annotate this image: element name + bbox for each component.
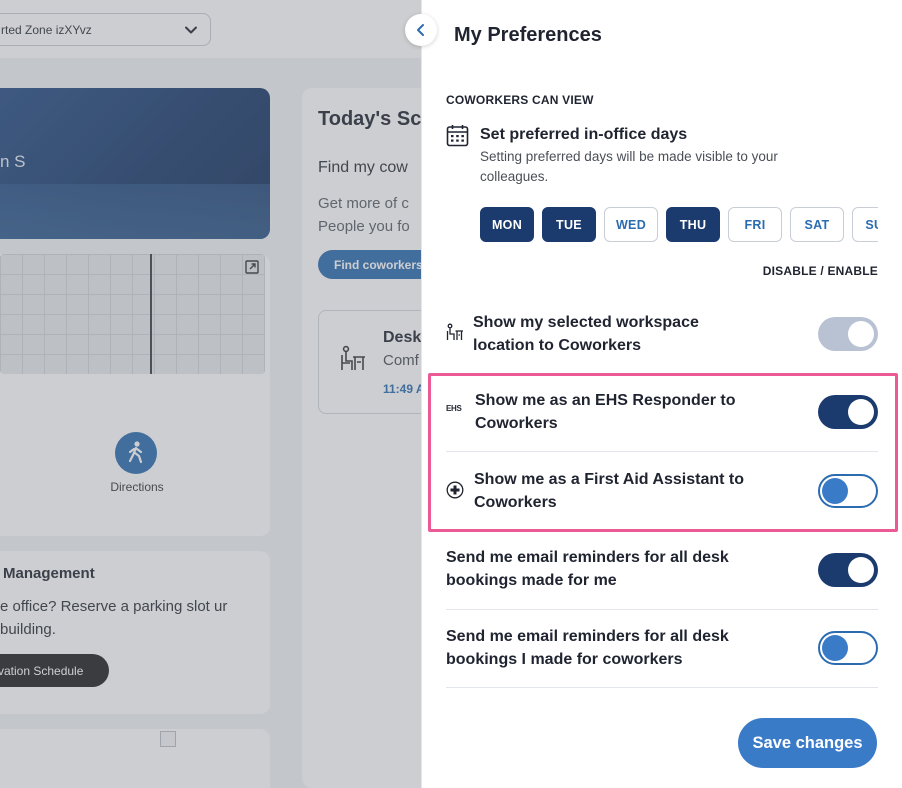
hero-ground bbox=[0, 184, 270, 239]
day-thu[interactable]: THU bbox=[666, 207, 720, 242]
schedule-description-line-1: Get more of c bbox=[318, 195, 409, 212]
parking-description: e office? Reserve a parking slot ur buil… bbox=[0, 598, 228, 638]
day-sun[interactable]: SUN bbox=[852, 207, 878, 242]
desk-chair-icon bbox=[341, 345, 365, 370]
email-made-for-me-label: Send me email reminders for all desk boo… bbox=[446, 549, 729, 589]
toggle-knob bbox=[822, 478, 848, 504]
day-sat[interactable]: SAT bbox=[790, 207, 844, 242]
broken-image-icon bbox=[160, 731, 176, 747]
email-made-for-coworkers-label: Send me email reminders for all desk boo… bbox=[446, 628, 729, 668]
desk-time: 11:49 A bbox=[383, 382, 421, 396]
location-card: Directions bbox=[0, 254, 270, 536]
setting-email-made-for-me: Send me email reminders for all desk boo… bbox=[446, 535, 878, 610]
panel-title: My Preferences bbox=[454, 24, 602, 46]
schedule-card: Today's Sch Find my cow Get more of c Pe… bbox=[302, 88, 421, 788]
top-bar: rted Zone izXYvz bbox=[0, 0, 421, 58]
day-mon[interactable]: MON bbox=[480, 207, 534, 242]
preferences-panel: My Preferences COWORKERS CAN VIEW Set pr… bbox=[421, 0, 902, 788]
find-coworkers-heading: Find my cow bbox=[318, 159, 408, 176]
workspace-location-label: Show my selected workspace location to C… bbox=[473, 314, 699, 354]
hero-text: n S bbox=[0, 152, 26, 171]
day-selector: MON TUE WED THU FRI SAT SUN bbox=[480, 207, 878, 243]
section-label: COWORKERS CAN VIEW bbox=[446, 93, 594, 107]
row-divider bbox=[446, 687, 878, 688]
building-hero-image: n S bbox=[0, 88, 270, 239]
chevron-down-icon bbox=[185, 26, 197, 34]
first-aid-toggle[interactable] bbox=[818, 474, 878, 508]
setting-email-made-for-coworkers: Send me email reminders for all desk boo… bbox=[446, 610, 878, 688]
reservation-schedule-button[interactable]: rvation Schedule bbox=[0, 654, 109, 687]
directions-button[interactable] bbox=[115, 432, 157, 474]
ehs-responder-label: Show me as an EHS Responder to Coworkers bbox=[475, 392, 736, 432]
calendar-icon bbox=[446, 125, 469, 147]
directions-label: Directions bbox=[110, 480, 164, 494]
setting-first-aid: Show me as a First Aid Assistant to Cowo… bbox=[446, 452, 878, 530]
email-made-for-me-toggle[interactable] bbox=[818, 553, 878, 587]
first-aid-icon bbox=[446, 481, 464, 499]
ehs-responder-toggle[interactable] bbox=[818, 395, 878, 429]
setting-ehs-responder: EHS Show me as an EHS Responder to Cowor… bbox=[446, 379, 878, 452]
save-changes-button[interactable]: Save changes bbox=[738, 718, 877, 768]
toggle-column-header: DISABLE / ENABLE bbox=[762, 264, 878, 278]
bottom-card bbox=[0, 729, 270, 788]
preferred-days-description: Setting preferred days will be made visi… bbox=[480, 149, 778, 184]
first-aid-label: Show me as a First Aid Assistant to Cowo… bbox=[474, 471, 744, 511]
zone-select[interactable]: rted Zone izXYvz bbox=[0, 13, 211, 46]
toggle-knob bbox=[848, 321, 874, 347]
desk-title: Desk bbox=[383, 329, 421, 346]
day-tue[interactable]: TUE bbox=[542, 207, 596, 242]
desk-subtitle: Comf bbox=[383, 352, 419, 369]
day-fri[interactable]: FRI bbox=[728, 207, 782, 242]
open-external-icon[interactable] bbox=[245, 260, 259, 274]
find-coworkers-button[interactable]: Find coworkers bbox=[318, 250, 421, 279]
workspace-location-toggle[interactable] bbox=[818, 317, 878, 351]
collapse-panel-button[interactable] bbox=[405, 14, 437, 46]
chevron-left-icon bbox=[417, 24, 424, 36]
toggle-knob bbox=[822, 635, 848, 661]
toggle-knob bbox=[848, 399, 874, 425]
walking-person-icon bbox=[128, 441, 143, 464]
floor-plan-wall bbox=[150, 254, 152, 374]
ehs-icon: EHS bbox=[446, 404, 462, 413]
preferred-days-title: Set preferred in-office days bbox=[480, 126, 688, 143]
schedule-title: Today's Sch bbox=[318, 108, 421, 130]
parking-card: Management e office? Reserve a parking s… bbox=[0, 551, 270, 714]
floor-plan-map[interactable] bbox=[0, 254, 265, 374]
parking-title: Management bbox=[3, 565, 95, 582]
day-wed[interactable]: WED bbox=[604, 207, 658, 242]
desk-booking-card[interactable]: Desk Comf 11:49 A bbox=[318, 310, 421, 414]
toggle-knob bbox=[848, 557, 874, 583]
floor-plan-grid bbox=[0, 254, 265, 374]
zone-select-value: rted Zone izXYvz bbox=[1, 22, 92, 37]
setting-workspace-location: Show my selected workspace location to C… bbox=[446, 301, 878, 379]
email-made-for-coworkers-toggle[interactable] bbox=[818, 631, 878, 665]
schedule-description: Get more of c People you fo bbox=[318, 192, 410, 238]
schedule-description-line-2: People you fo bbox=[318, 218, 410, 235]
workspace-location-icon bbox=[446, 323, 463, 340]
background-page: rted Zone izXYvz n S Directions Manageme… bbox=[0, 0, 421, 788]
